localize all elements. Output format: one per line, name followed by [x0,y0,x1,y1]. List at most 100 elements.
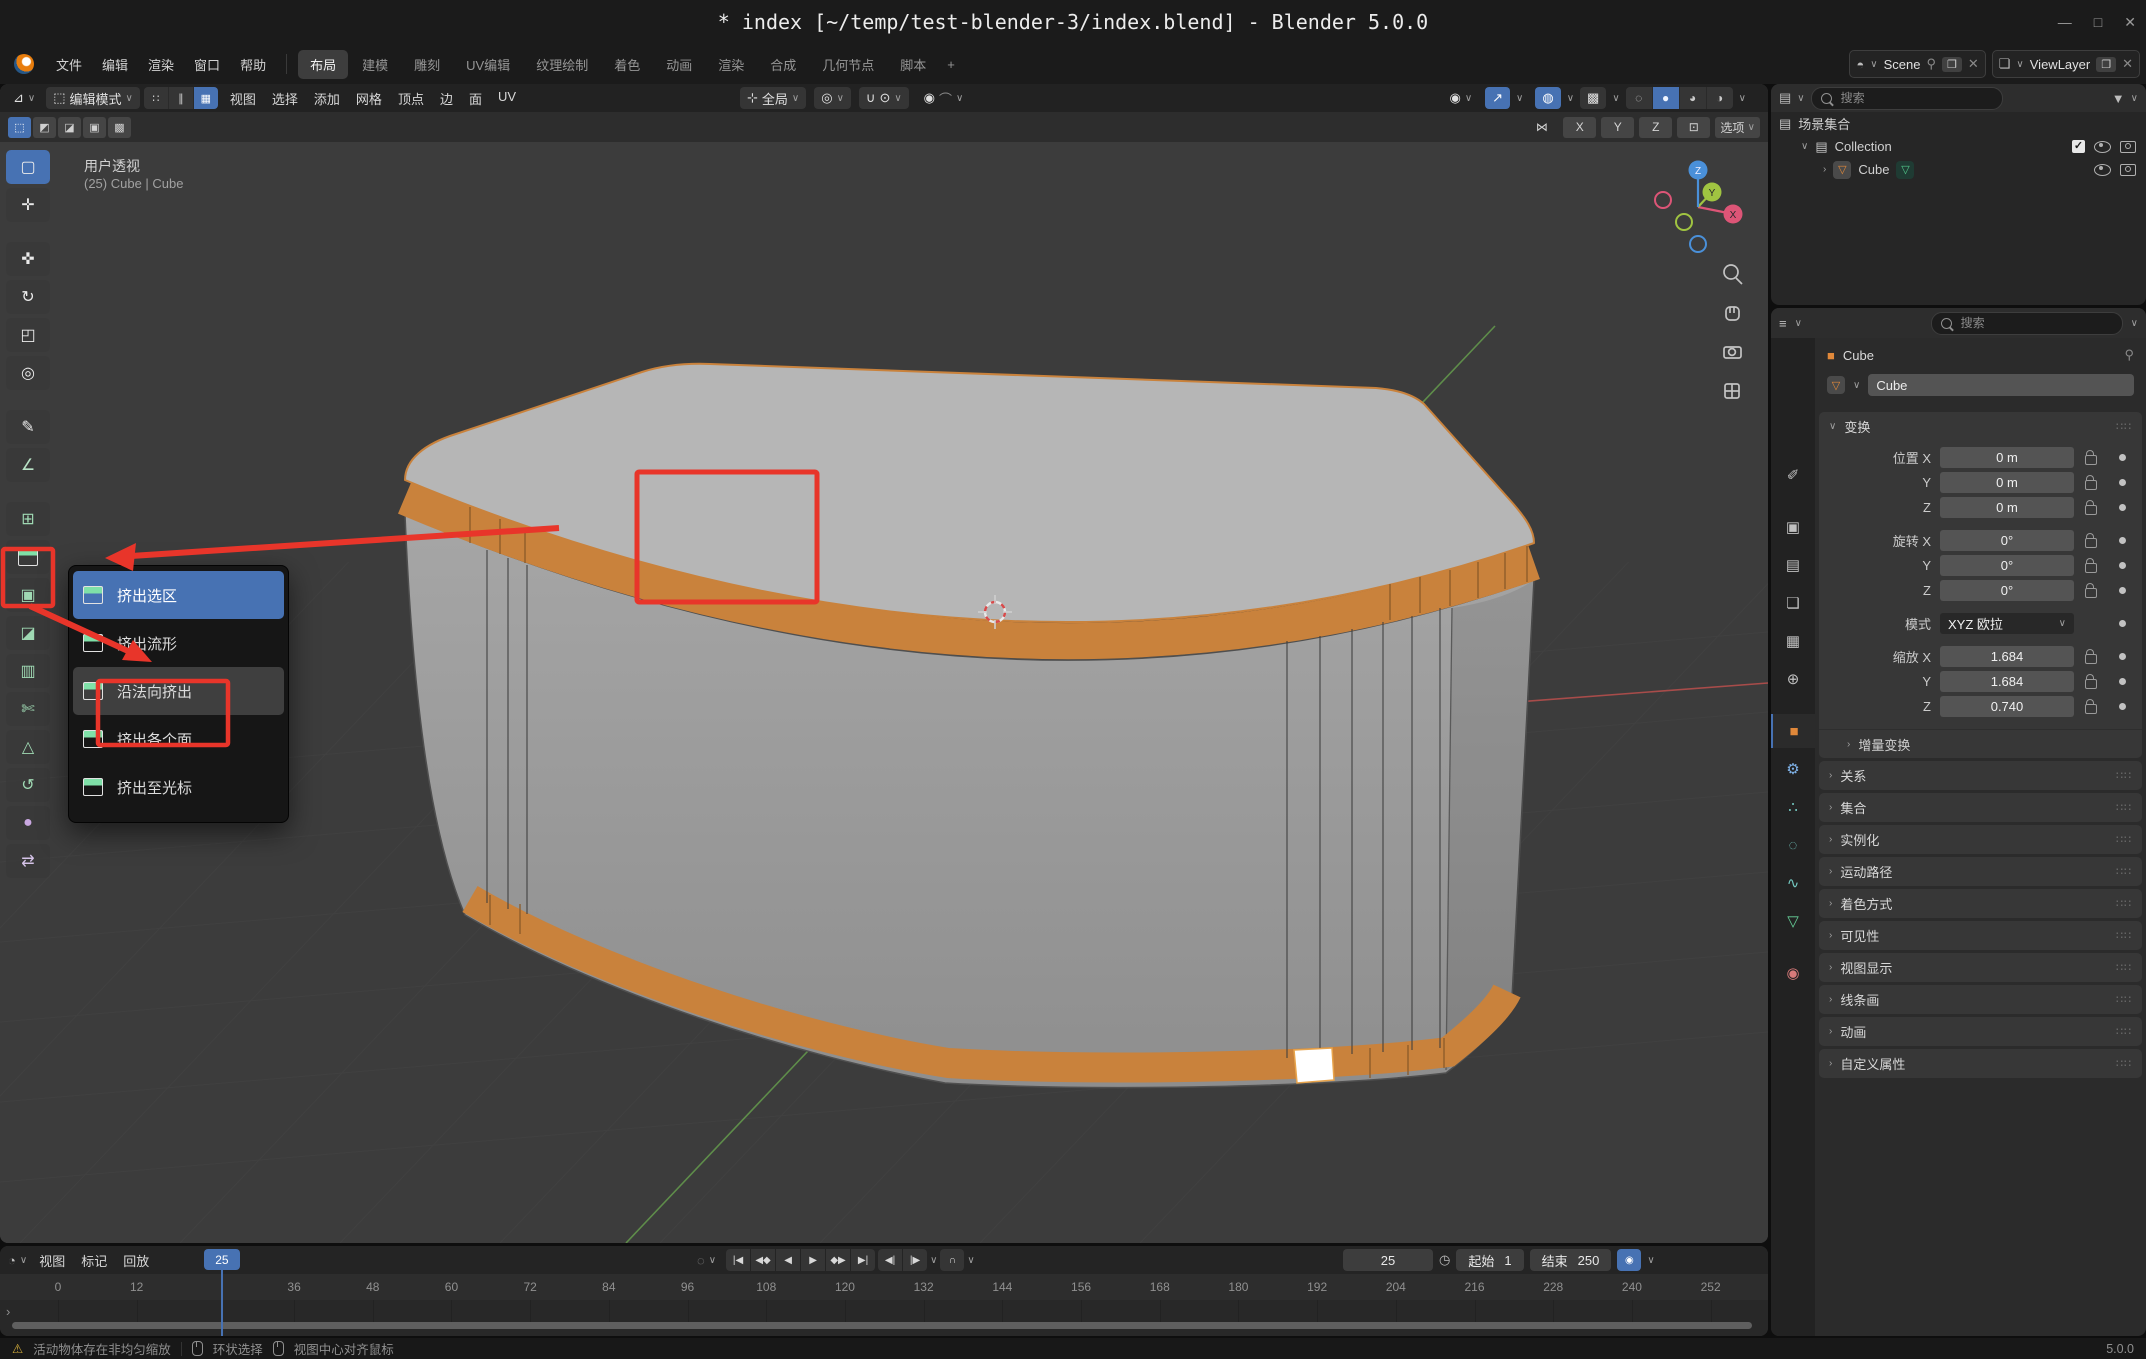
axis-neg-z-ball[interactable] [1690,236,1706,252]
transform-value-field[interactable]: 0° [1940,580,2074,601]
playback-button-1[interactable]: ◀◆ [751,1249,775,1271]
overlays-toggle[interactable]: ◍ [1535,87,1560,109]
properties-tab-physics[interactable]: ◌ [1771,828,1815,862]
app-menu-3[interactable]: 窗口 [184,51,230,78]
mirror-y-button[interactable]: Y [1601,117,1634,138]
workspace-tab-8[interactable]: 合成 [758,50,808,79]
keyframe-dot-icon[interactable] [2119,678,2126,685]
axis-neg-x-ball[interactable] [1655,192,1671,208]
tool-edge-slide[interactable]: ⇄ [6,844,50,878]
workspace-tab-3[interactable]: UV编辑 [454,50,522,79]
pin-icon[interactable]: ⚲ [2124,347,2134,363]
workspace-tab-4[interactable]: 纹理绘制 [524,50,600,79]
select-extend-button[interactable]: ◩ [33,117,56,138]
panel-grip-icon[interactable]: ∷∷ [2116,993,2132,1006]
tool-annotate[interactable]: ✎ [6,410,50,444]
playhead-badge[interactable]: 25 [204,1249,240,1270]
panel-header-7[interactable]: ›线条画∷∷ [1819,985,2142,1014]
checkbox-icon[interactable]: ✓ [2072,140,2085,153]
transform-value-field[interactable]: 0° [1940,555,2074,576]
tool-add-cube[interactable]: ⊞ [6,502,50,536]
viewlayer-selector[interactable]: ❏ ∨ ViewLayer ❐ ✕ [1992,50,2140,78]
playback-button-0[interactable]: |◀ [726,1249,750,1271]
options-dropdown[interactable]: 选项 ∨ [1715,117,1760,138]
tool-knife[interactable]: ✄ [6,692,50,726]
panel-grip-icon[interactable]: ∷∷ [2116,865,2132,878]
eye-icon[interactable] [2094,164,2111,176]
playback-button-4[interactable]: ◆▶ [826,1249,850,1271]
timeline-editor-icon[interactable]: ◔ [8,1253,16,1268]
select-intersect-button[interactable]: ▩ [108,117,131,138]
tool-transform[interactable]: ◎ [6,356,50,390]
extrude-menu-item-1[interactable]: 挤出流形 [73,619,284,667]
viewport-menu-7[interactable]: UV [490,86,524,111]
transform-value-field[interactable]: 0 m [1940,447,2074,468]
outliner-item-label[interactable]: Collection [1835,139,1892,154]
current-frame-field[interactable]: 25 [1343,1249,1433,1271]
object-name-field[interactable]: Cube [1868,374,2134,396]
transform-value-field[interactable]: 0 m [1940,497,2074,518]
delta-transform-subpanel[interactable]: › 增量变换 [1819,729,2142,758]
copy-viewlayer-button[interactable]: ❐ [2096,57,2116,72]
lock-cell[interactable] [2074,450,2108,465]
tool-poly-build[interactable]: △ [6,730,50,764]
outliner-item-label[interactable]: Cube [1858,162,1889,177]
app-menu-4[interactable]: 帮助 [230,51,276,78]
keyframe-dot-icon[interactable] [2119,703,2126,710]
outliner-row-Cube[interactable]: ›▽Cube▽ [1771,158,2146,181]
shading-wireframe-button[interactable]: ◌ [1626,87,1652,109]
timeline-menu-2[interactable]: 回放 [115,1248,157,1273]
frame-start-field[interactable]: 起始 1 [1456,1249,1523,1271]
panel-header-8[interactable]: ›动画∷∷ [1819,1017,2142,1046]
lock-cell[interactable] [2074,699,2108,714]
face-select-button[interactable]: ▦ [194,87,218,109]
outliner-search-input[interactable] [1839,90,1993,106]
auto-key-toggle[interactable]: ◌∨ [690,1249,723,1271]
timeline-menu-1[interactable]: 标记 [73,1248,115,1273]
keyframe-cell[interactable] [2108,678,2136,685]
add-workspace-button[interactable]: + [939,53,963,76]
panel-header-3[interactable]: ›运动路径∷∷ [1819,857,2142,886]
properties-search[interactable] [1931,312,2123,335]
outliner-chevron[interactable]: › [1823,164,1826,175]
panel-header-6[interactable]: ›视图显示∷∷ [1819,953,2142,982]
keyframe-cell[interactable] [2108,587,2136,594]
select-invert-button[interactable]: ▣ [83,117,106,138]
workspace-tab-9[interactable]: 几何节点 [810,50,886,79]
timeline-tracks[interactable] [0,1300,1768,1336]
pin-icon[interactable]: ⚲ [1926,56,1936,72]
lock-cell[interactable] [2074,674,2108,689]
keyframe-cell[interactable] [2108,620,2136,627]
delete-scene-button[interactable]: ✕ [1968,56,1979,72]
tool-extrude-region[interactable] [6,540,50,574]
camera-icon[interactable] [2120,164,2136,176]
timeline-scrollbar[interactable] [12,1322,1752,1329]
viewport-menu-2[interactable]: 添加 [306,86,348,111]
properties-tab-object[interactable]: ■ [1771,714,1815,748]
blender-logo-icon[interactable] [14,54,34,74]
mirror-z-button[interactable]: Z [1639,117,1672,138]
select-subtract-button[interactable]: ◪ [58,117,81,138]
panel-header-0[interactable]: ›关系∷∷ [1819,761,2142,790]
panel-header-4[interactable]: ›着色方式∷∷ [1819,889,2142,918]
extrude-menu-item-4[interactable]: 挤出至光标 [73,763,284,811]
snap-base-icon[interactable]: ⊡ [1677,117,1710,138]
orientation-dropdown[interactable]: ⊹全局∨ [740,87,806,109]
properties-tab-view-layer[interactable]: ❏ [1771,586,1815,620]
lock-cell[interactable] [2074,583,2108,598]
panel-header-1[interactable]: ›集合∷∷ [1819,793,2142,822]
keyframe-dot-icon[interactable] [2119,504,2126,511]
lock-icon[interactable] [2085,538,2097,548]
viewport-menu-1[interactable]: 选择 [264,86,306,111]
viewport-menu-3[interactable]: 网格 [348,86,390,111]
axis-neg-y-ball[interactable] [1676,214,1692,230]
panel-grip-icon[interactable]: ∷∷ [2116,801,2132,814]
workspace-tab-6[interactable]: 动画 [654,50,704,79]
properties-tab-world[interactable]: ⊕ [1771,662,1815,696]
outliner-item-label[interactable]: 场景集合 [1798,114,1850,133]
delete-viewlayer-button[interactable]: ✕ [2122,56,2133,72]
keyframe-dot-icon[interactable] [2119,454,2126,461]
app-menu-2[interactable]: 渲染 [138,51,184,78]
mode-dropdown[interactable]: ⬚ 编辑模式 ∨ [46,87,140,109]
properties-tab-output[interactable]: ▤ [1771,548,1815,582]
